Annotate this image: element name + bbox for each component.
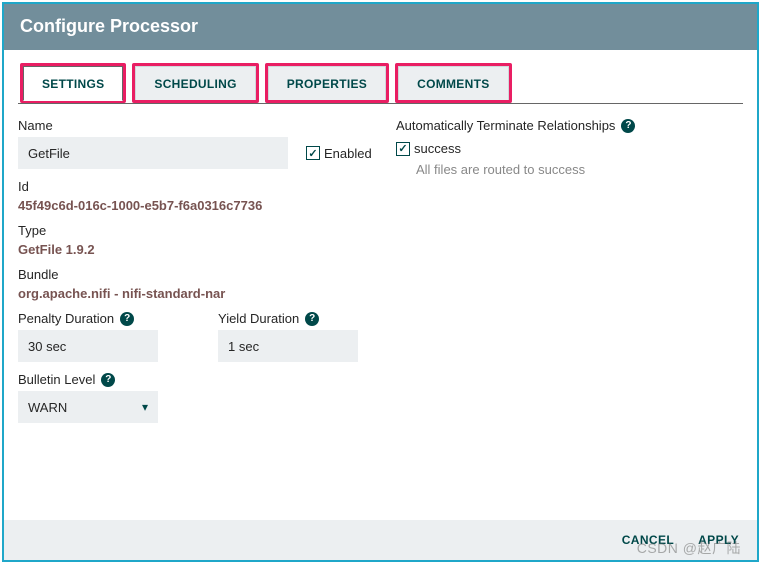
relationship-label: success	[414, 141, 461, 156]
yield-input[interactable]	[218, 330, 358, 362]
penalty-label: Penalty Duration ?	[18, 311, 158, 326]
dialog-title: Configure Processor	[20, 16, 198, 36]
tab-settings[interactable]: SETTINGS	[23, 66, 123, 101]
penalty-field: Penalty Duration ?	[18, 311, 158, 362]
id-field: Id 45f49c6d-016c-1000-e5b7-f6a0316c7736	[18, 179, 388, 213]
bulletin-field: Bulletin Level ? WARN ▾	[18, 372, 388, 423]
penalty-input[interactable]	[18, 330, 158, 362]
yield-label: Yield Duration ?	[218, 311, 358, 326]
bundle-value: org.apache.nifi - nifi-standard-nar	[18, 286, 388, 301]
help-icon[interactable]: ?	[101, 373, 115, 387]
name-input[interactable]	[18, 137, 288, 169]
auto-terminate-label-text: Automatically Terminate Relationships	[396, 118, 615, 133]
enabled-checkbox-wrap[interactable]: ✓ Enabled	[306, 146, 372, 161]
id-label: Id	[18, 179, 388, 194]
type-label: Type	[18, 223, 388, 238]
type-field: Type GetFile 1.9.2	[18, 223, 388, 257]
yield-field: Yield Duration ?	[218, 311, 358, 362]
type-value: GetFile 1.9.2	[18, 242, 388, 257]
cancel-button[interactable]: CANCEL	[622, 533, 674, 547]
penalty-label-text: Penalty Duration	[18, 311, 114, 326]
name-field: Name ✓ Enabled	[18, 118, 388, 169]
configure-processor-dialog: Configure Processor SETTINGS SCHEDULING …	[2, 2, 759, 562]
bundle-field: Bundle org.apache.nifi - nifi-standard-n…	[18, 267, 388, 301]
bundle-label: Bundle	[18, 267, 388, 282]
apply-button[interactable]: APPLY	[698, 533, 739, 547]
tab-highlight: SCHEDULING	[132, 63, 258, 103]
dialog-content: SETTINGS SCHEDULING PROPERTIES COMMENTS …	[4, 50, 757, 520]
tab-scheduling[interactable]: SCHEDULING	[135, 66, 255, 100]
tab-highlight: PROPERTIES	[265, 63, 389, 103]
tab-highlight: SETTINGS	[20, 63, 126, 103]
dialog-header: Configure Processor	[4, 4, 757, 50]
duration-row: Penalty Duration ? Yield Duration ?	[18, 311, 388, 372]
relationship-success[interactable]: ✓ success	[396, 141, 743, 156]
name-label: Name	[18, 118, 388, 133]
check-icon: ✓	[396, 142, 410, 156]
dialog-footer: CANCEL APPLY	[4, 520, 757, 560]
settings-body: Name ✓ Enabled Id 45f49c6d-016c-1000-e5b…	[18, 104, 743, 433]
yield-label-text: Yield Duration	[218, 311, 299, 326]
help-icon[interactable]: ?	[621, 119, 635, 133]
enabled-label: Enabled	[324, 146, 372, 161]
tab-comments[interactable]: COMMENTS	[398, 66, 508, 100]
name-row: ✓ Enabled	[18, 137, 388, 169]
right-column: Automatically Terminate Relationships ? …	[388, 118, 743, 433]
id-value: 45f49c6d-016c-1000-e5b7-f6a0316c7736	[18, 198, 388, 213]
auto-terminate-label: Automatically Terminate Relationships ?	[396, 118, 743, 133]
bulletin-label-text: Bulletin Level	[18, 372, 95, 387]
tab-properties[interactable]: PROPERTIES	[268, 66, 386, 100]
relationship-desc: All files are routed to success	[416, 162, 743, 177]
bulletin-value: WARN	[28, 400, 67, 415]
chevron-down-icon: ▾	[142, 400, 148, 414]
bulletin-label: Bulletin Level ?	[18, 372, 388, 387]
help-icon[interactable]: ?	[305, 312, 319, 326]
tab-highlight: COMMENTS	[395, 63, 511, 103]
help-icon[interactable]: ?	[120, 312, 134, 326]
check-icon: ✓	[306, 146, 320, 160]
tab-bar: SETTINGS SCHEDULING PROPERTIES COMMENTS	[18, 68, 743, 104]
left-column: Name ✓ Enabled Id 45f49c6d-016c-1000-e5b…	[18, 118, 388, 433]
bulletin-select[interactable]: WARN ▾	[18, 391, 158, 423]
